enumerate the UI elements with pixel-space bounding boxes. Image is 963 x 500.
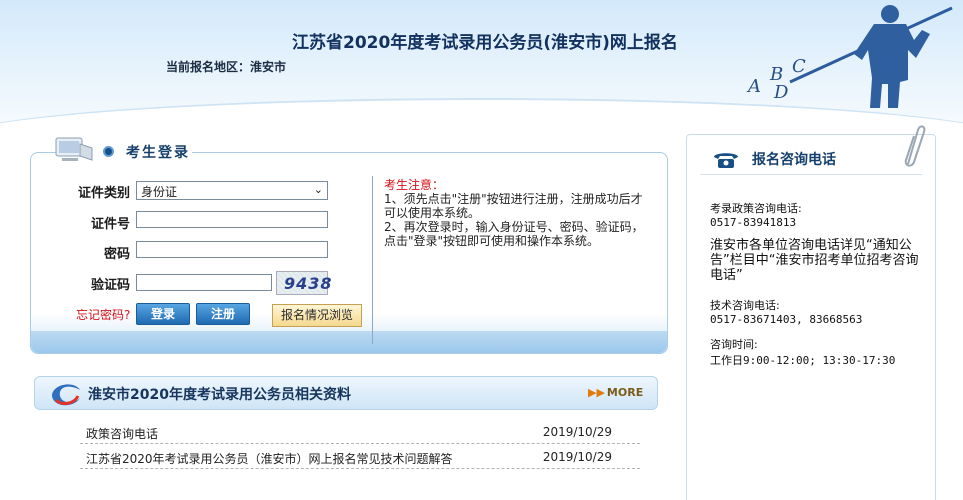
id-type-label: 证件类别 <box>77 186 130 201</box>
deco-letter-d: D <box>773 82 789 103</box>
more-link[interactable]: ▶▶ MORE <box>588 386 643 399</box>
notice-block: 考生注意： 1、须先点击"注册"按钮进行注册，注册成功后才可以使用本系统。 2、… <box>384 178 646 248</box>
list-item-date: 2019/10/29 <box>542 450 612 464</box>
register-button[interactable]: 注册 <box>196 303 250 325</box>
captcha-image[interactable]: 9438 <box>276 271 332 295</box>
notice-title: 考生注意： <box>384 178 445 192</box>
more-label: MORE <box>606 386 644 399</box>
list-item[interactable]: 政策咨询电话 2019/10/29 <box>80 422 640 444</box>
browse-status-button[interactable]: 报名情况浏览 <box>272 304 362 327</box>
computer-icon <box>55 137 93 161</box>
telephone-icon <box>714 153 738 168</box>
id-number-label: 证件号 <box>90 217 130 232</box>
password-label: 密码 <box>103 247 130 262</box>
forgot-password-link[interactable]: 忘记密码? <box>76 306 130 323</box>
policy-label: 考录政策咨询电话: <box>710 202 802 215</box>
tech-phone: 0517-83671403, 83668563 <box>710 313 863 326</box>
list-item-date: 2019/10/29 <box>542 425 612 439</box>
hours-value: 工作日9:00-12:00; 13:30-17:30 <box>710 354 896 367</box>
deco-letter-c: C <box>792 56 806 77</box>
list-item[interactable]: 江苏省2020年考试录用公务员（淮安市）网上报名常见技术问题解答 2019/10… <box>80 447 640 469</box>
password-input[interactable] <box>136 241 328 258</box>
id-number-input[interactable] <box>136 211 328 228</box>
double-arrow-icon: ▶▶ <box>588 386 605 399</box>
current-region: 当前报名地区：淮安市 <box>166 58 286 75</box>
id-type-selected: 身份证 <box>141 185 178 199</box>
tech-consult: 技术咨询电话: 0517-83671403, 83668563 <box>710 297 930 326</box>
pointing-man-illustration: A B C D <box>746 5 953 108</box>
page-header: 江苏省2020年度考试录用公务员(淮安市)网上报名 当前报名地区：淮安市 A B… <box>0 0 963 128</box>
deco-letter-a: A <box>746 76 761 97</box>
chevron-down-icon: ⌄ <box>313 183 323 196</box>
title-bullet-icon <box>103 146 114 157</box>
region-label: 当前报名地区： <box>166 60 251 74</box>
units-note: 淮安市各单位咨询电话详见“通知公告”栏目中“淮安市招考单位招考咨询电话” <box>710 238 930 283</box>
captcha-label: 验证码 <box>90 278 130 293</box>
consult-hours: 咨询时间: 工作日9:00-12:00; 13:30-17:30 <box>710 336 930 368</box>
consult-divider <box>700 174 922 175</box>
policy-phone: 0517-83941813 <box>710 216 797 229</box>
policy-consult: 考录政策咨询电话: 0517-83941813 <box>710 200 930 229</box>
id-type-select[interactable]: 身份证 ⌄ <box>136 181 328 200</box>
login-button[interactable]: 登录 <box>136 303 190 325</box>
page-title: 江苏省2020年度考试录用公务员(淮安市)网上报名 <box>292 33 678 53</box>
login-panel-footer <box>31 331 667 353</box>
tech-label: 技术咨询电话: <box>710 299 780 312</box>
units-note-text: 淮安市各单位咨询电话详见“通知公告”栏目中“淮安市招考单位招考咨询电话” <box>710 238 919 283</box>
login-divider <box>372 176 373 344</box>
list-item-title[interactable]: 政策咨询电话 <box>86 425 158 442</box>
region-value: 淮安市 <box>250 60 287 74</box>
captcha-code: 9438 <box>284 274 333 293</box>
resources-title: 淮安市2020年度考试录用公务员相关资料 <box>88 387 351 403</box>
list-item-title[interactable]: 江苏省2020年考试录用公务员（淮安市）网上报名常见技术问题解答 <box>86 450 453 467</box>
notice-item-2: 2、再次登录时，输入身份证号、密码、验证码，点击"登录"按钮即可使用和操作本系统… <box>384 220 644 248</box>
paperclip-icon <box>904 125 926 167</box>
notice-item-1: 1、须先点击"注册"按钮进行注册，注册成功后才可以使用本系统。 <box>384 192 643 220</box>
hours-label: 咨询时间: <box>710 338 758 351</box>
captcha-input[interactable] <box>136 274 272 291</box>
consult-title: 报名咨询电话 <box>752 152 836 168</box>
swirl-logo-icon <box>52 384 80 406</box>
login-title: 考生登录 <box>126 145 190 161</box>
